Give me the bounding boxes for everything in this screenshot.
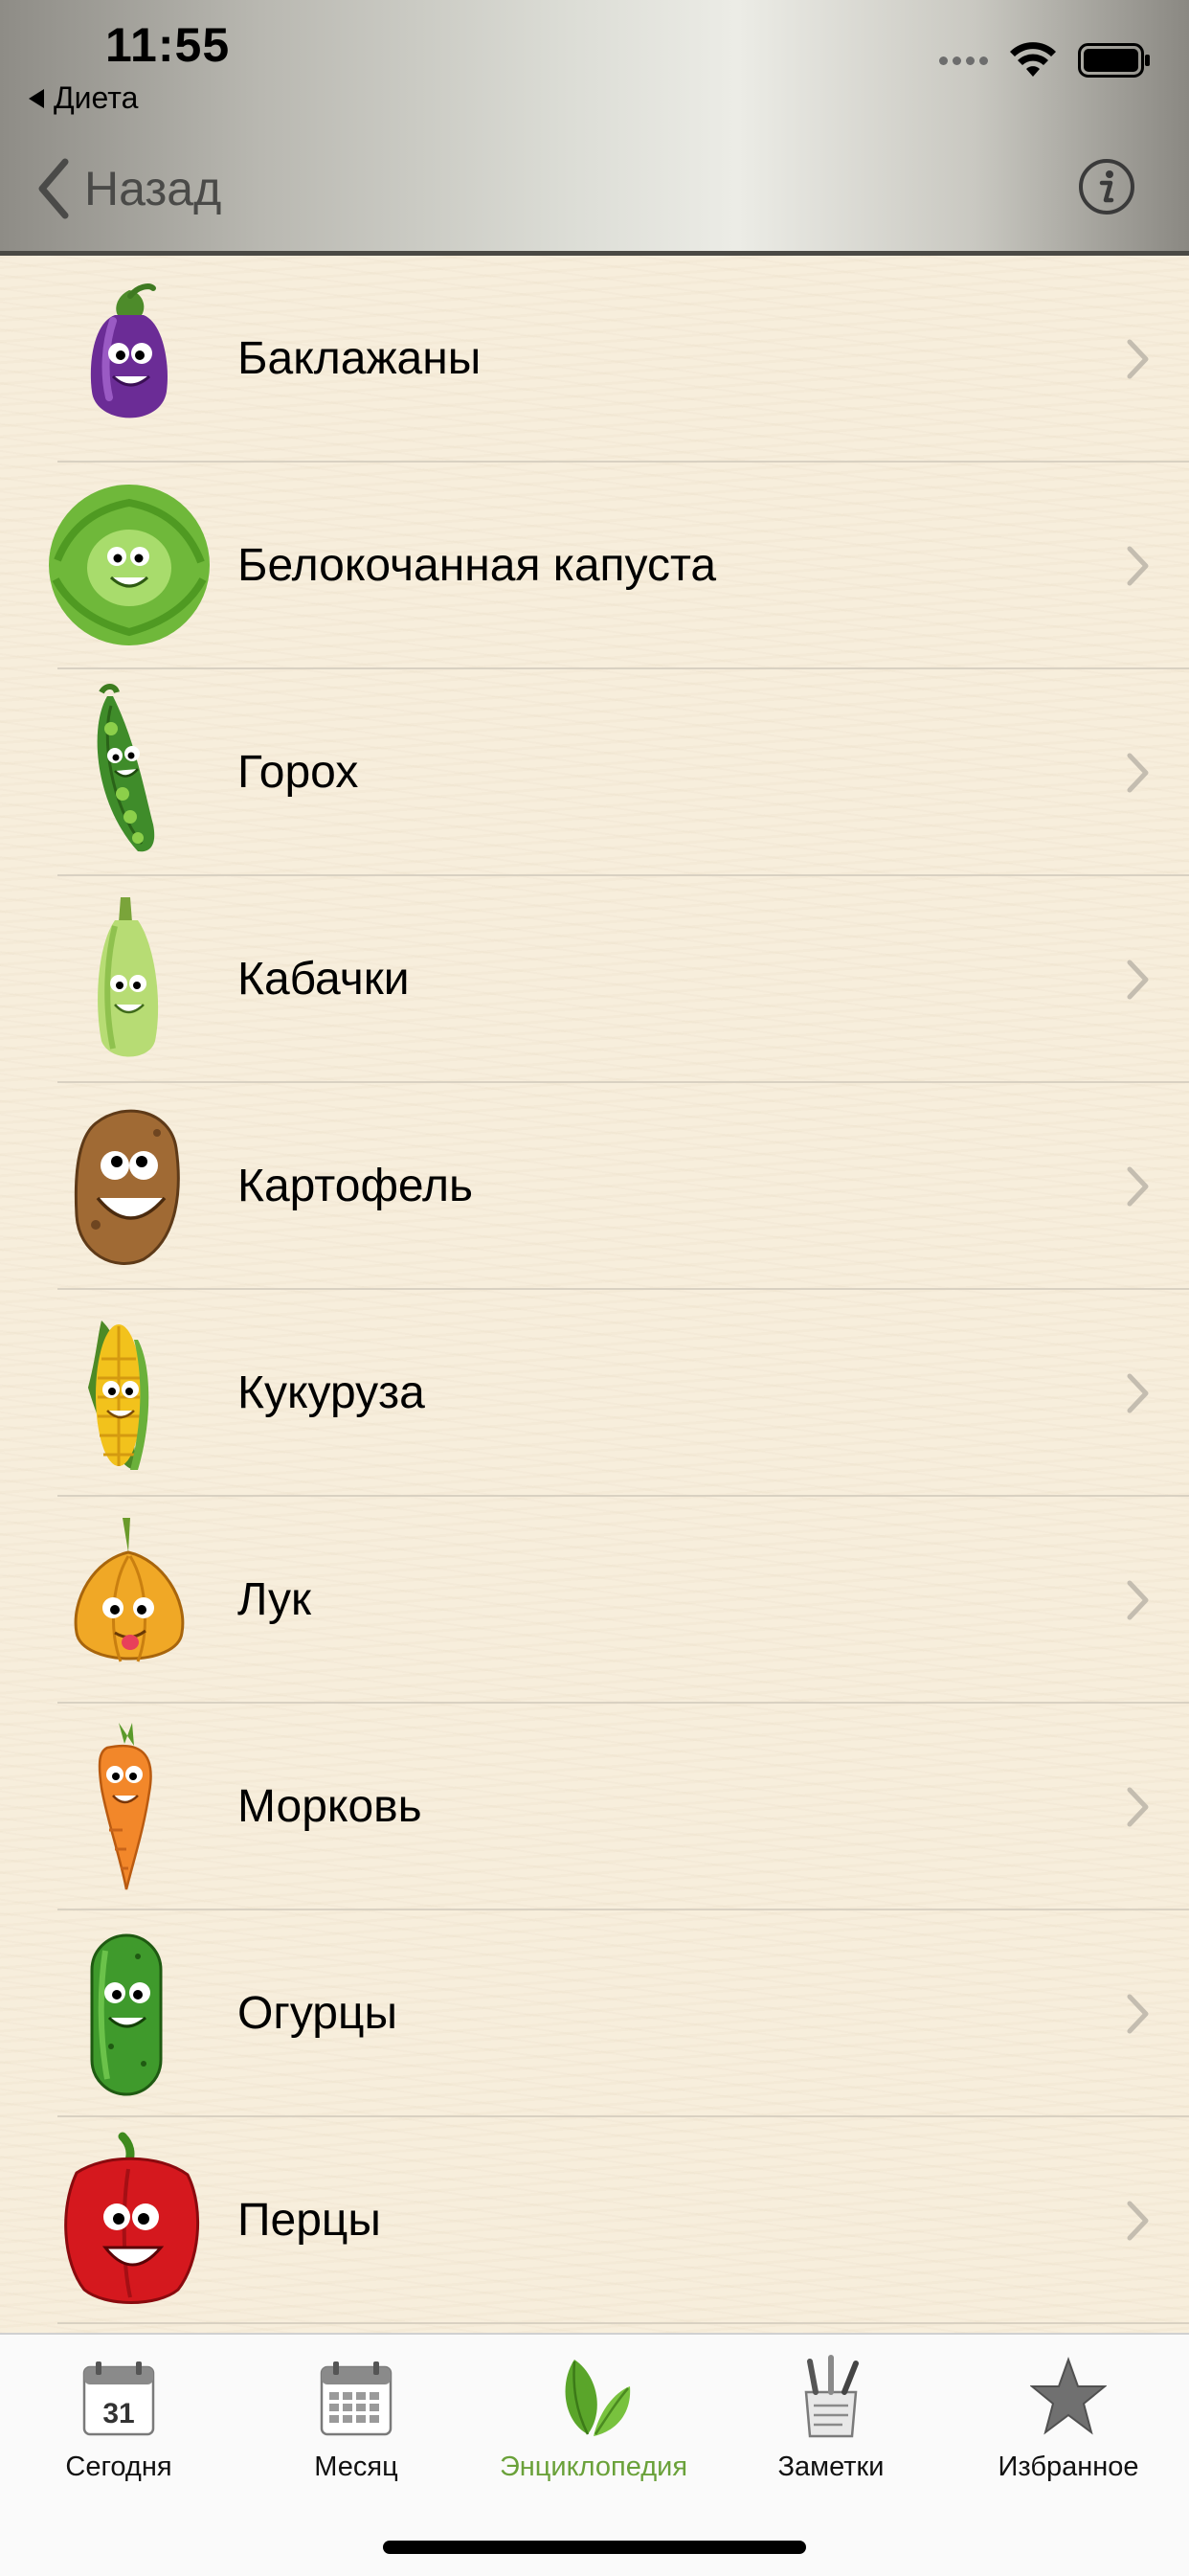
tab-encyclopedia[interactable]: Энциклопедия — [475, 2335, 712, 2507]
list-item-cucumber[interactable]: Огурцы — [0, 1910, 1189, 2117]
chevron-right-icon — [1127, 2201, 1149, 2241]
list-item-cabbage[interactable]: Белокочанная капуста — [0, 463, 1189, 669]
wifi-icon — [1009, 42, 1057, 79]
onion-icon — [74, 1518, 185, 1662]
list-item-pepper[interactable]: Перцы — [0, 2117, 1189, 2324]
list-item-label: Огурцы — [237, 1988, 397, 2039]
chevron-right-icon — [1127, 1787, 1149, 1827]
list-item-label: Перцы — [237, 2195, 381, 2246]
tab-favorites[interactable]: Избранное — [950, 2335, 1187, 2507]
vegetables-list: Баклажаны Белокочанная капуста Горох Каб… — [0, 256, 1189, 2334]
tab-bar: 31 Сегодня Месяц Энциклопедия Заметки Из… — [0, 2333, 1189, 2576]
chevron-right-icon — [1127, 1580, 1149, 1620]
list-item-zucchini[interactable]: Кабачки — [0, 876, 1189, 1083]
list-item-carrot[interactable]: Морковь — [0, 1704, 1189, 1910]
chevron-right-icon — [1127, 546, 1149, 586]
notes-icon — [804, 2355, 859, 2438]
row-divider — [57, 2322, 1189, 2324]
leaves-icon — [565, 2360, 631, 2436]
eggplant-icon — [90, 283, 168, 418]
back-triangle-icon — [29, 88, 44, 108]
home-indicator[interactable] — [383, 2541, 806, 2554]
tab-month[interactable]: Месяц — [237, 2335, 475, 2507]
tab-label: Заметки — [777, 2452, 885, 2482]
list-item-eggplant[interactable]: Баклажаны — [0, 256, 1189, 463]
chevron-left-icon — [38, 158, 69, 219]
tab-label: Месяц — [314, 2452, 398, 2482]
chevron-right-icon — [1127, 1373, 1149, 1413]
list-item-peas[interactable]: Горох — [0, 669, 1189, 876]
chevron-right-icon — [1127, 1166, 1149, 1207]
calendar-day-number: 31 — [102, 2398, 134, 2429]
tab-today[interactable]: 31 Сегодня — [0, 2335, 237, 2507]
tab-label: Энциклопедия — [499, 2452, 688, 2482]
cabbage-icon — [49, 485, 210, 645]
pepper-icon — [64, 2132, 200, 2304]
info-icon — [1079, 159, 1134, 215]
navigation-header: 11:55 Диета Назад — [0, 0, 1189, 256]
back-button-label: Назад — [84, 162, 222, 215]
peas-icon — [97, 684, 155, 852]
list-item-label: Морковь — [237, 1781, 422, 1832]
chevron-right-icon — [1127, 1994, 1149, 2034]
list-item-label: Горох — [237, 747, 359, 798]
status-indicators — [939, 42, 1151, 79]
return-app-label: Диета — [54, 80, 139, 115]
cellular-signal-icon — [939, 56, 988, 65]
list-item-corn[interactable]: Кукуруза — [0, 1290, 1189, 1497]
star-icon — [1030, 2357, 1107, 2435]
list-item-label: Лук — [237, 1574, 312, 1625]
tab-label: Сегодня — [65, 2452, 172, 2482]
chevron-right-icon — [1127, 753, 1149, 793]
back-button[interactable]: Назад — [34, 158, 221, 219]
tab-notes[interactable]: Заметки — [712, 2335, 950, 2507]
calendar-day-icon: 31 — [82, 2361, 155, 2436]
list-item-label: Белокочанная капуста — [237, 540, 717, 591]
carrot-icon — [98, 1723, 152, 1890]
tab-label: Избранное — [998, 2452, 1139, 2482]
list-item-label: Кабачки — [237, 954, 410, 1005]
list-item-onion[interactable]: Лук — [0, 1497, 1189, 1704]
battery-icon — [1078, 43, 1151, 78]
potato-icon — [74, 1109, 180, 1265]
zucchini-icon — [98, 897, 159, 1057]
chevron-right-icon — [1127, 339, 1149, 379]
list-item-label: Кукуруза — [237, 1367, 425, 1418]
list-item-label: Картофель — [237, 1161, 474, 1211]
corn-icon — [88, 1321, 149, 1470]
info-button[interactable] — [1078, 158, 1135, 215]
return-to-app-link[interactable]: Диета — [29, 80, 138, 116]
list-item-label: Баклажаны — [237, 333, 482, 384]
status-time: 11:55 — [105, 18, 231, 72]
calendar-month-icon — [320, 2361, 393, 2436]
cucumber-icon — [90, 1933, 163, 2096]
chevron-right-icon — [1127, 960, 1149, 1000]
list-item-potato[interactable]: Картофель — [0, 1083, 1189, 1290]
